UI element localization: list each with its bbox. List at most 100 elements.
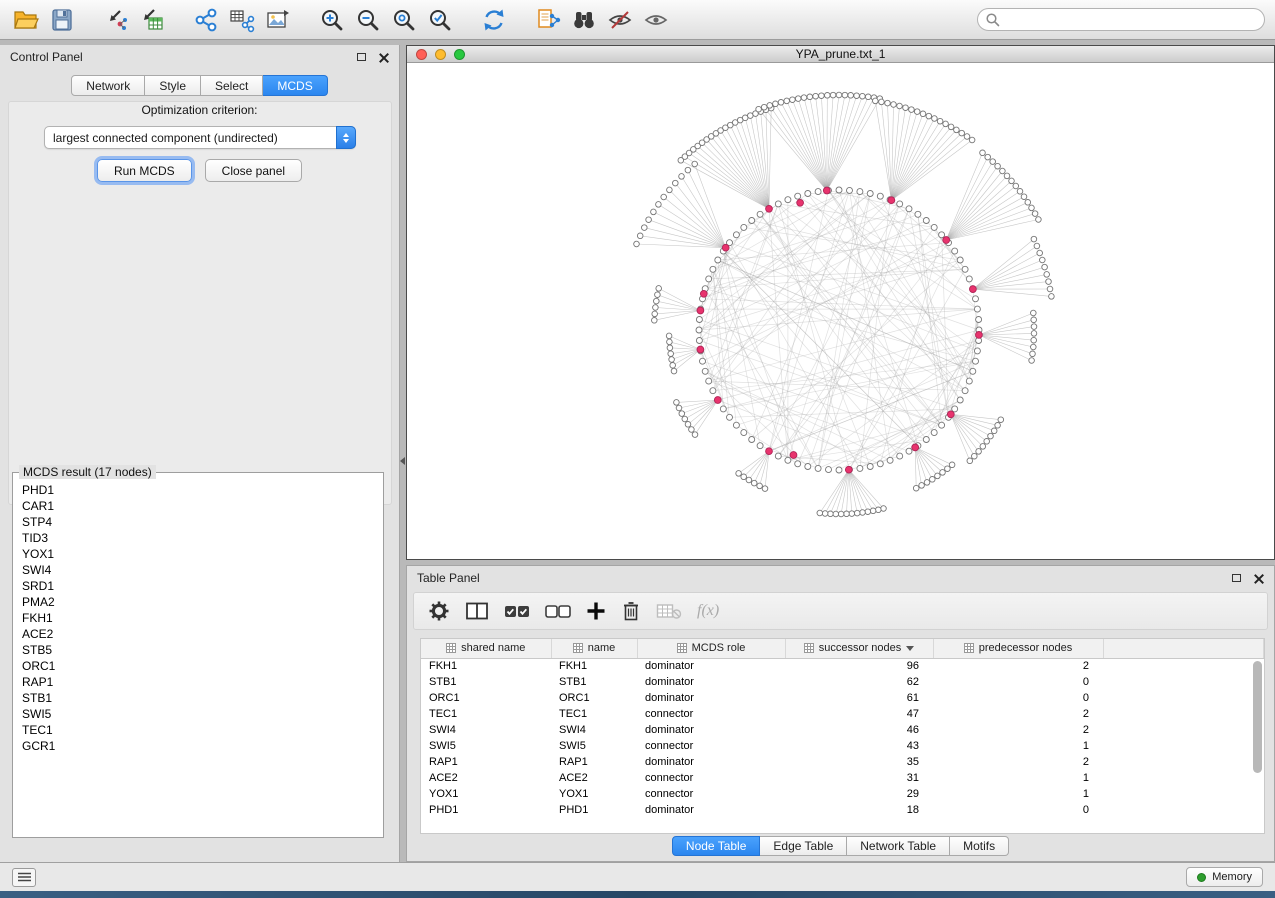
table-header-row: shared name name MCDS: [421, 639, 1264, 658]
mcds-result-item[interactable]: SWI5: [22, 706, 383, 722]
tab-select[interactable]: Select: [201, 75, 263, 96]
mcds-result-item[interactable]: YOX1: [22, 546, 383, 562]
deselect-all-icon: [545, 603, 571, 619]
tab-style[interactable]: Style: [145, 75, 201, 96]
mcds-result-item[interactable]: ACE2: [22, 626, 383, 642]
new-network-button[interactable]: [190, 4, 222, 36]
tab-node-table[interactable]: Node Table: [672, 836, 761, 856]
mcds-result-item[interactable]: STB5: [22, 642, 383, 658]
column-header-mcds-role[interactable]: MCDS role: [637, 639, 785, 658]
table-cell-filler: [1103, 722, 1264, 738]
tab-network-table[interactable]: Network Table: [847, 836, 950, 856]
import-network-file-button[interactable]: [100, 4, 132, 36]
mcds-result-item[interactable]: RAP1: [22, 674, 383, 690]
search-input[interactable]: [977, 8, 1265, 31]
maximize-window-icon[interactable]: [454, 49, 465, 60]
table-settings-button[interactable]: [428, 600, 450, 622]
sort-menu-icon[interactable]: [906, 646, 914, 651]
mcds-result-item[interactable]: STP4: [22, 514, 383, 530]
mcds-result-group: MCDS result (17 nodes) PHD1CAR1STP4TID3Y…: [12, 465, 384, 838]
zoom-out-button[interactable]: [352, 4, 384, 36]
mcds-result-item[interactable]: GCR1: [22, 738, 383, 754]
table-cell: 1: [933, 786, 1103, 802]
tab-edge-table[interactable]: Edge Table: [760, 836, 847, 856]
mcds-result-item[interactable]: FKH1: [22, 610, 383, 626]
table-row[interactable]: SWI5SWI5connector431: [421, 738, 1264, 754]
close-panel-icon[interactable]: [378, 52, 389, 63]
mcds-result-item[interactable]: ORC1: [22, 658, 383, 674]
clone-network-button[interactable]: [532, 4, 564, 36]
table-cell: ORC1: [421, 690, 551, 706]
tab-network[interactable]: Network: [71, 75, 145, 96]
deselect-all-columns-button[interactable]: [545, 603, 571, 619]
tab-mcds[interactable]: MCDS: [263, 75, 327, 96]
control-panel-titlebar: Control Panel: [0, 45, 399, 69]
hide-graphics-details-button[interactable]: [604, 4, 636, 36]
node-table-container: shared name name MCDS: [420, 638, 1265, 834]
show-graphics-details-button[interactable]: [640, 4, 672, 36]
mcds-result-item[interactable]: SRD1: [22, 578, 383, 594]
save-session-button[interactable]: [46, 4, 78, 36]
table-cell: TEC1: [551, 706, 637, 722]
column-header-successor-nodes[interactable]: successor nodes: [785, 639, 933, 658]
column-header-predecessor-nodes[interactable]: predecessor nodes: [933, 639, 1103, 658]
close-table-panel-icon[interactable]: [1253, 573, 1264, 584]
network-window-titlebar[interactable]: YPA_prune.txt_1: [407, 46, 1274, 63]
mcds-result-item[interactable]: SWI4: [22, 562, 383, 578]
zoom-fit-button[interactable]: [388, 4, 420, 36]
search-network-button[interactable]: [568, 4, 600, 36]
table-cell: 47: [785, 706, 933, 722]
close-panel-button[interactable]: Close panel: [205, 159, 302, 182]
table-row[interactable]: TEC1TEC1connector472: [421, 706, 1264, 722]
control-panel: Control Panel Network Style Select MCDS …: [0, 45, 400, 862]
table-row[interactable]: SWI4SWI4dominator462: [421, 722, 1264, 738]
export-image-icon: [265, 7, 291, 33]
minimize-window-icon[interactable]: [435, 49, 446, 60]
table-row[interactable]: YOX1YOX1connector291: [421, 786, 1264, 802]
zoom-selected-button[interactable]: [424, 4, 456, 36]
column-header-shared-name[interactable]: shared name: [421, 639, 551, 658]
table-row[interactable]: STB1STB1dominator620: [421, 674, 1264, 690]
table-scrollbar[interactable]: [1253, 661, 1262, 773]
export-image-button[interactable]: [262, 4, 294, 36]
zoom-in-icon: [319, 7, 345, 33]
float-panel-icon[interactable]: [357, 53, 366, 61]
table-row[interactable]: PHD1PHD1dominator180: [421, 802, 1264, 818]
mcds-result-item[interactable]: TID3: [22, 530, 383, 546]
table-cell: FKH1: [551, 658, 637, 674]
run-mcds-button[interactable]: Run MCDS: [97, 159, 192, 182]
table-row[interactable]: ORC1ORC1dominator610: [421, 690, 1264, 706]
mcds-result-item[interactable]: PMA2: [22, 594, 383, 610]
tab-motifs[interactable]: Motifs: [950, 836, 1009, 856]
zoom-in-button[interactable]: [316, 4, 348, 36]
open-session-button[interactable]: [10, 4, 42, 36]
select-all-columns-button[interactable]: [504, 603, 530, 619]
show-column-panel-button[interactable]: [465, 601, 489, 621]
create-column-button[interactable]: [586, 601, 606, 621]
mcds-result-item[interactable]: STB1: [22, 690, 383, 706]
table-row[interactable]: ACE2ACE2connector311: [421, 770, 1264, 786]
memory-button[interactable]: Memory: [1186, 867, 1263, 887]
table-cell: 43: [785, 738, 933, 754]
table-row[interactable]: FKH1FKH1dominator962: [421, 658, 1264, 674]
trash-icon: [621, 600, 641, 622]
splitter-handle[interactable]: [399, 449, 406, 473]
network-from-table-button[interactable]: [226, 4, 258, 36]
task-history-button[interactable]: [12, 868, 36, 887]
table-row[interactable]: RAP1RAP1dominator352: [421, 754, 1264, 770]
mcds-result-item[interactable]: CAR1: [22, 498, 383, 514]
refresh-layout-button[interactable]: [478, 4, 510, 36]
mcds-result-item[interactable]: PHD1: [22, 482, 383, 498]
mcds-result-item[interactable]: TEC1: [22, 722, 383, 738]
table-cell: YOX1: [421, 786, 551, 802]
delete-column-button[interactable]: [621, 600, 641, 622]
float-table-panel-icon[interactable]: [1232, 574, 1241, 582]
table-cell: FKH1: [421, 658, 551, 674]
table-cell: ACE2: [551, 770, 637, 786]
close-window-icon[interactable]: [416, 49, 427, 60]
column-header-name[interactable]: name: [551, 639, 637, 658]
network-view-canvas[interactable]: [407, 63, 1274, 559]
attribute-grid-icon: [804, 643, 814, 653]
optimization-criterion-dropdown[interactable]: largest connected component (undirected): [44, 126, 356, 149]
import-table-file-button[interactable]: [136, 4, 168, 36]
